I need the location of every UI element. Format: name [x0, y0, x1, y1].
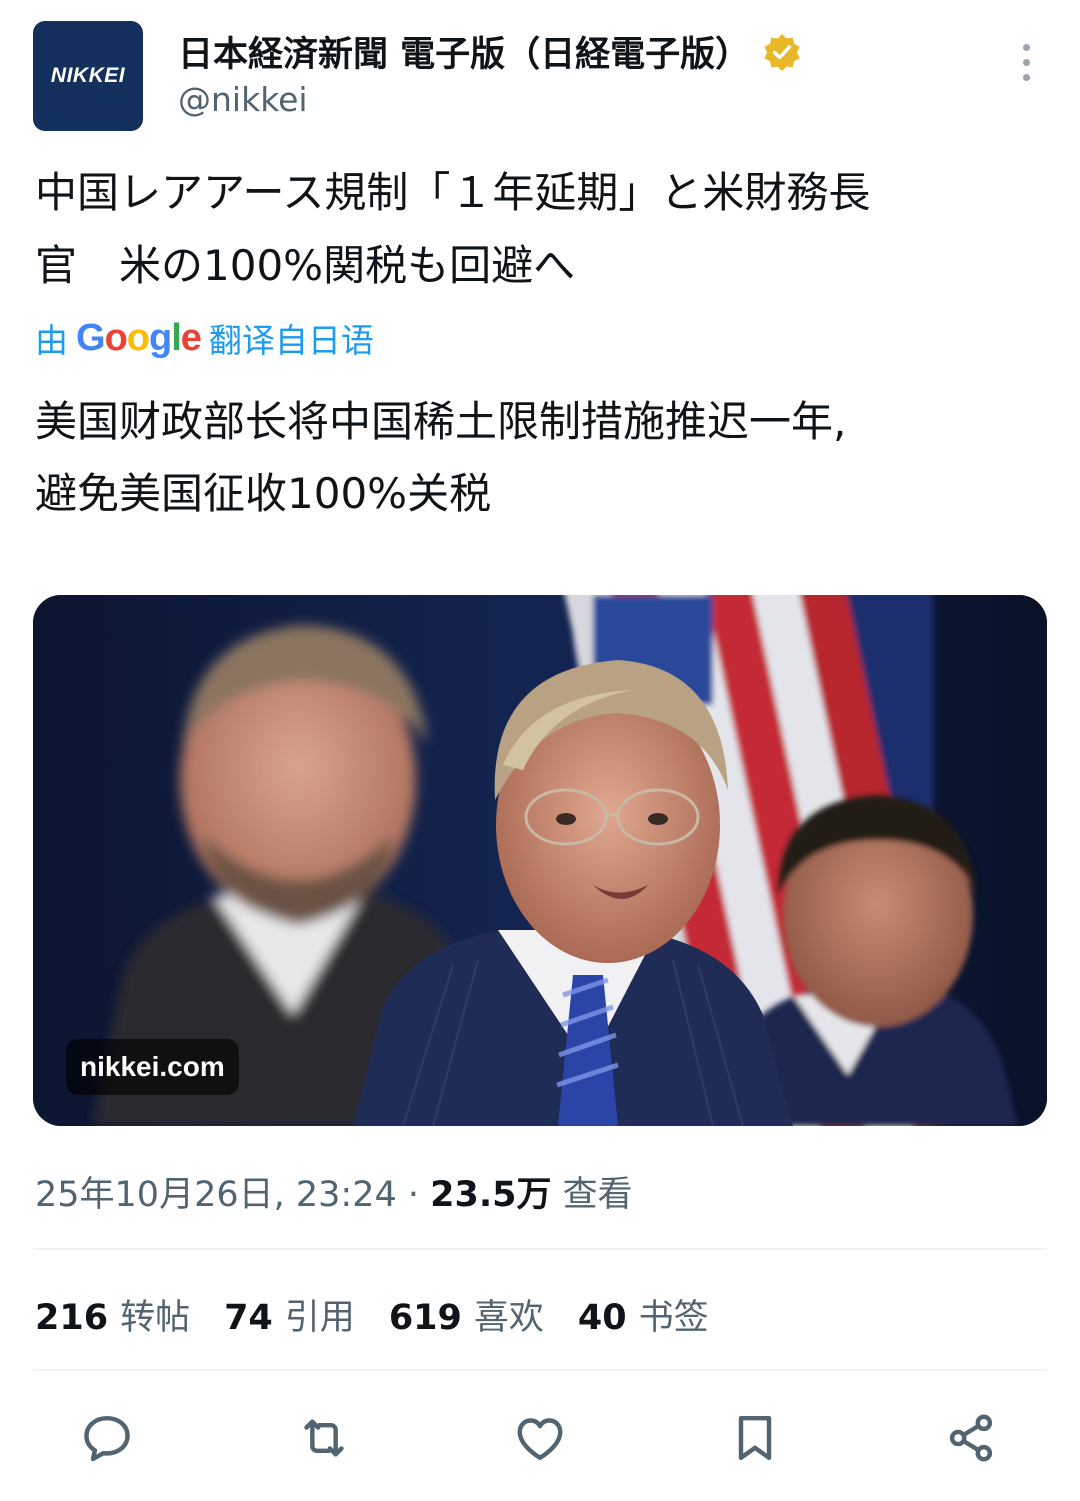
post-original-text: 中国レアアース規制「１年延期」と米財務長 官 米の100%関税も回避へ — [35, 156, 1045, 302]
repost-icon — [304, 1419, 344, 1457]
meta-separator: · — [407, 1175, 420, 1215]
author-handle[interactable]: @nikkei — [178, 80, 308, 119]
post-translated-text: 美国财政部长将中国稀土限制措施推迟一年, 避免美国征收100%关税 — [35, 386, 1045, 530]
engagement-stats: 216 转帖 74 引用 619 喜欢 40 书签 — [35, 1289, 709, 1340]
original-text-line-2: 官 米の100%関税も回避へ — [35, 241, 576, 290]
likes-count: 619 — [388, 1298, 462, 1338]
bookmark-button[interactable] — [725, 1408, 785, 1468]
reposts-label: 转帖 — [120, 1298, 191, 1338]
original-text-line-1: 中国レアアース規制「１年延期」と米財務長 — [35, 168, 871, 217]
reply-button[interactable] — [77, 1408, 137, 1468]
translate-suffix: 翻译自日语 — [208, 321, 374, 360]
avatar-logo-text: NIKKEI — [50, 64, 126, 87]
verified-badge-icon[interactable] — [762, 32, 802, 72]
reply-icon — [84, 1415, 130, 1462]
translated-text-line-1: 美国财政部长将中国稀土限制措施推迟一年, — [35, 397, 847, 446]
divider-top — [33, 1248, 1047, 1250]
share-button[interactable] — [941, 1408, 1001, 1468]
views-count: 23.5万 — [430, 1175, 552, 1215]
translation-attribution[interactable]: 由 Google 翻译自日语 — [35, 314, 374, 362]
reposts-count: 216 — [35, 1298, 109, 1338]
quotes-count: 74 — [224, 1298, 273, 1338]
likes-label: 喜欢 — [473, 1298, 544, 1338]
stat-quotes[interactable]: 74 引用 — [224, 1289, 355, 1340]
bookmarks-count: 40 — [577, 1298, 627, 1338]
translated-text-line-2: 避免美国征收100%关税 — [35, 469, 492, 518]
stat-likes[interactable]: 619 喜欢 — [389, 1289, 544, 1340]
repost-button[interactable] — [294, 1408, 354, 1468]
author-display-name[interactable]: 日本経済新聞 電子版（日経電子版） — [178, 26, 750, 77]
quotes-label: 引用 — [284, 1298, 355, 1338]
views-label: 查看 — [562, 1175, 633, 1215]
author-avatar[interactable]: NIKKEI — [33, 21, 143, 131]
author-name-row: 日本経済新聞 電子版（日経電子版） — [178, 26, 802, 77]
google-logo: Google — [76, 316, 202, 359]
image-source-badge[interactable]: nikkei.com — [66, 1039, 239, 1095]
stat-reposts[interactable]: 216 转帖 — [35, 1289, 190, 1340]
like-button[interactable] — [510, 1408, 570, 1468]
translate-prefix: 由 — [35, 321, 68, 360]
share-icon — [949, 1414, 993, 1462]
post-meta: 25年10月26日, 23:24 · 23.5万 查看 — [35, 1166, 633, 1217]
divider-bottom — [33, 1369, 1047, 1371]
like-icon — [517, 1418, 563, 1461]
bookmarks-label: 书签 — [638, 1298, 709, 1338]
bookmark-icon — [738, 1415, 772, 1461]
more-options-icon[interactable] — [1006, 44, 1046, 88]
stat-bookmarks[interactable]: 40 书签 — [578, 1289, 709, 1340]
post-timestamp[interactable]: 25年10月26日, 23:24 — [35, 1175, 397, 1215]
